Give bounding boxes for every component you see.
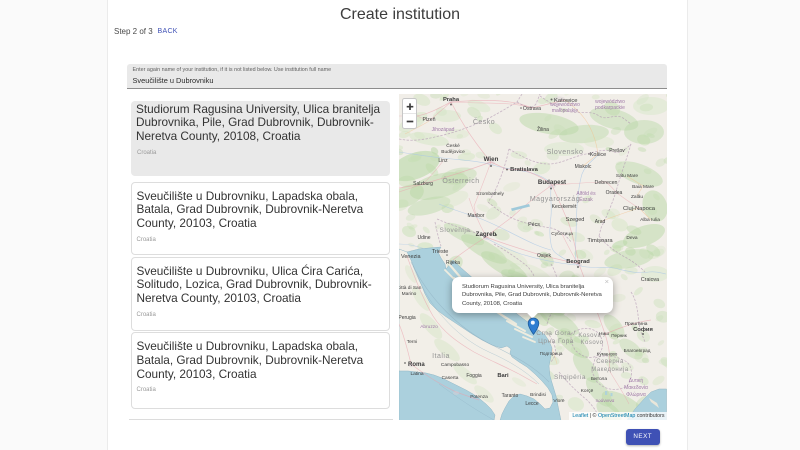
svg-text:Битола: Битола: [591, 376, 607, 382]
svg-text:Korçë: Korçë: [581, 388, 594, 394]
svg-text:Zalău: Zalău: [631, 194, 643, 200]
svg-text:Žilina: Žilina: [537, 125, 549, 133]
svg-text:Ostrava: Ostrava: [523, 106, 541, 112]
svg-text:Slovensko: Slovensko: [547, 149, 584, 156]
svg-text:Φλώρινα: Φλώρινα: [626, 391, 646, 398]
svg-text:Beograd: Beograd: [566, 259, 590, 265]
svg-text:Timișoara: Timișoara: [587, 238, 613, 244]
svg-text:Rijeka: Rijeka: [446, 260, 460, 266]
svg-text:Куманово: Куманово: [597, 351, 618, 356]
svg-text:Osijek: Osijek: [537, 253, 551, 259]
svg-text:České: České: [446, 142, 460, 149]
svg-text:Košice: Košice: [590, 152, 607, 158]
svg-text:Roma: Roma: [408, 362, 425, 368]
svg-text:Deva: Deva: [626, 235, 638, 241]
svg-text:Δυτική: Δυτική: [629, 377, 644, 384]
svg-text:Észak: Észak: [579, 196, 593, 203]
svg-text:Caserta: Caserta: [442, 375, 459, 381]
svg-text:Kecskemét: Kecskemét: [552, 204, 577, 210]
svg-text:Перник: Перник: [611, 333, 628, 338]
svg-text:Baia Mare: Baia Mare: [632, 184, 654, 190]
svg-text:Trieste: Trieste: [432, 249, 449, 255]
svg-text:Craiova: Craiova: [641, 277, 659, 283]
svg-text:Pécs: Pécs: [528, 222, 540, 228]
svg-text:Ιωάννινα: Ιωάννινα: [596, 397, 615, 404]
svg-text:Македонија: Македонија: [591, 367, 629, 373]
svg-text:Città di San: Città di San: [399, 285, 422, 291]
svg-text:Bari: Bari: [497, 373, 509, 379]
svg-text:Bratislava: Bratislava: [510, 167, 538, 173]
svg-text:Taranto: Taranto: [502, 393, 519, 399]
svg-text:Подгорица: Подгорица: [540, 351, 563, 356]
svg-text:Salzburg: Salzburg: [413, 181, 433, 187]
svg-text:Plzeň: Plzeň: [423, 117, 436, 123]
svg-text:Zagreb: Zagreb: [476, 231, 497, 238]
svg-text:Abruzzo: Abruzzo: [420, 324, 438, 330]
svg-text:Linz: Linz: [438, 158, 448, 164]
svg-text:Суботица: Суботица: [551, 231, 573, 237]
svg-text:Szombathely: Szombathely: [476, 191, 504, 197]
svg-text:Potenza: Potenza: [470, 394, 488, 400]
svg-text:Brindisi: Brindisi: [530, 392, 546, 398]
svg-text:Campobasso: Campobasso: [441, 362, 470, 368]
svg-text:Prešov: Prešov: [609, 148, 625, 154]
svg-text:Debrecen: Debrecen: [595, 180, 618, 186]
svg-text:małopolskie: małopolskie: [552, 108, 579, 114]
svg-text:Praha: Praha: [443, 97, 460, 103]
svg-text:Благоевград: Благоевград: [624, 348, 651, 353]
svg-text:София: София: [633, 326, 653, 333]
svg-text:podkarpackie: podkarpackie: [595, 105, 625, 111]
svg-text:Crna Gora /: Crna Gora /: [536, 330, 575, 337]
svg-text:Kosovo: Kosovo: [580, 340, 603, 346]
svg-text:Italia: Italia: [432, 353, 450, 360]
svg-text:Ниш: Ниш: [599, 331, 609, 337]
svg-text:Wien: Wien: [484, 156, 499, 163]
svg-text:Terni: Terni: [407, 339, 417, 345]
svg-text:Budapest: Budapest: [538, 179, 566, 186]
svg-text:Alba Iulia: Alba Iulia: [640, 217, 660, 223]
svg-text:Lecce: Lecce: [525, 401, 539, 407]
svg-text:Budějovice: Budějovice: [441, 149, 465, 155]
svg-text:Szeged: Szeged: [566, 217, 585, 223]
svg-text:Slovenija: Slovenija: [440, 227, 471, 234]
svg-text:Maribor: Maribor: [468, 213, 485, 219]
svg-text:Северна: Северна: [596, 359, 624, 365]
svg-text:Arad: Arad: [595, 219, 606, 225]
svg-text:Perugia: Perugia: [399, 315, 416, 321]
svg-text:Oradea: Oradea: [606, 190, 623, 196]
svg-text:Österreich: Österreich: [442, 177, 479, 185]
svg-text:Cluj-Napoca: Cluj-Napoca: [623, 206, 656, 212]
svg-text:Shqipëria: Shqipëria: [554, 374, 586, 381]
svg-text:Latina: Latina: [410, 371, 423, 377]
svg-text:Katowice: Katowice: [554, 98, 578, 104]
svg-text:Magyarország: Magyarország: [530, 196, 580, 203]
svg-text:Miskolc: Miskolc: [575, 164, 592, 170]
svg-text:Česko: Česko: [473, 117, 495, 126]
svg-text:Vlorë: Vlorë: [553, 398, 565, 404]
svg-text:Venezia: Venezia: [401, 254, 422, 260]
svg-text:Marino: Marino: [402, 291, 417, 297]
svg-text:Црна Гора: Црна Гора: [538, 338, 574, 345]
svg-text:Jihozápad: Jihozápad: [432, 127, 455, 133]
svg-text:Μακεδονία: Μακεδονία: [624, 385, 648, 391]
svg-text:Udine: Udine: [417, 235, 430, 241]
svg-text:Foggia: Foggia: [466, 373, 482, 379]
svg-text:Satu Mare: Satu Mare: [616, 173, 638, 179]
